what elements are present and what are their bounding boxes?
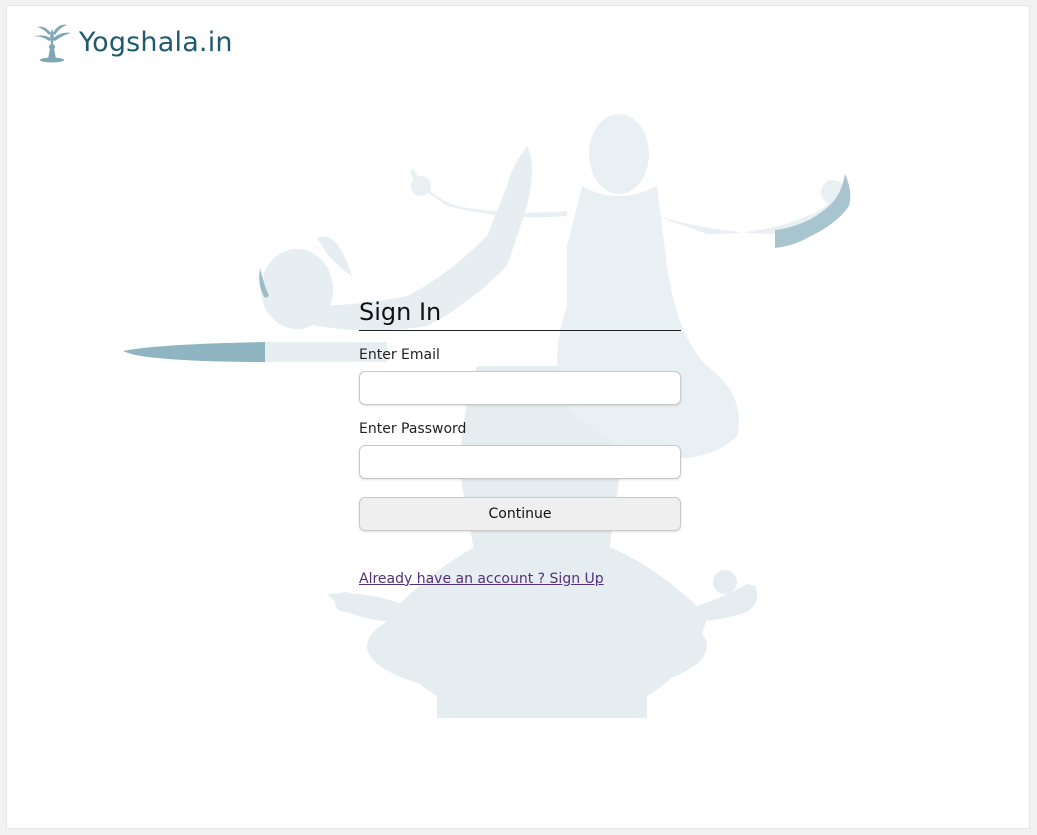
brand-name: Yogshala.in (79, 26, 233, 58)
email-field[interactable] (359, 370, 681, 405)
continue-button[interactable]: Continue (359, 496, 681, 531)
password-field[interactable] (359, 444, 681, 479)
brand[interactable]: Yogshala.in (29, 21, 233, 63)
yoga-tree-logo-icon (33, 24, 71, 63)
signin-form: Sign In Enter Email Enter Password Conti… (359, 298, 681, 587)
signin-title: Sign In (359, 298, 681, 331)
password-label: Enter Password (359, 420, 467, 437)
page-frame: Yogshala.in Sign In Enter Email Enter Pa… (6, 5, 1030, 829)
email-label: Enter Email (359, 346, 440, 363)
signup-link[interactable]: Already have an account ? Sign Up (359, 571, 604, 587)
